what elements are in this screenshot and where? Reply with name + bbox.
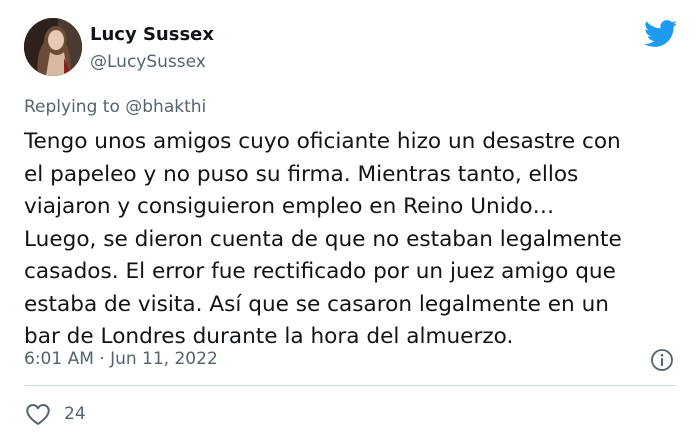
twitter-bird-icon[interactable] (644, 20, 678, 48)
heart-icon[interactable] (24, 400, 52, 428)
tweet-text-line: Luego, se dieron cuenta de que no estaba… (24, 226, 622, 252)
profile-portrait-icon (24, 18, 82, 76)
tweet-text-line: Tengo unos amigos cuyo oficiante hizo un… (24, 129, 621, 154)
like-action[interactable]: 24 (24, 400, 86, 428)
info-icon[interactable] (650, 348, 674, 372)
like-count: 24 (64, 404, 86, 424)
tweet-timestamp[interactable]: 6:01 AM · Jun 11, 2022 (24, 349, 218, 369)
tweet-text-line: viajaron y consiguieron empleo en Reino … (24, 194, 555, 219)
tweet-text-line: estaba de visita. Así que se casaron leg… (24, 291, 609, 317)
author-handle[interactable]: @LucySussex (90, 52, 206, 72)
tweet-card: Lucy Sussex @LucySussex Replying to @bha… (0, 0, 700, 441)
avatar[interactable] (24, 18, 82, 76)
tweet-text-line: casados. El error fue rectificado por un… (24, 259, 616, 284)
reply-mention-link[interactable]: @bhakthi (125, 97, 206, 117)
replying-to-label: Replying to (24, 97, 120, 117)
author-name[interactable]: Lucy Sussex (90, 24, 214, 45)
divider (24, 385, 676, 386)
tweet-text-line: el papeleo y no puso su firma. Mientras … (24, 161, 579, 187)
tweet-text: Tengo unos amigos cuyo oficiante hizo un… (24, 126, 688, 354)
replying-to: Replying to @bhakthi (24, 97, 206, 117)
